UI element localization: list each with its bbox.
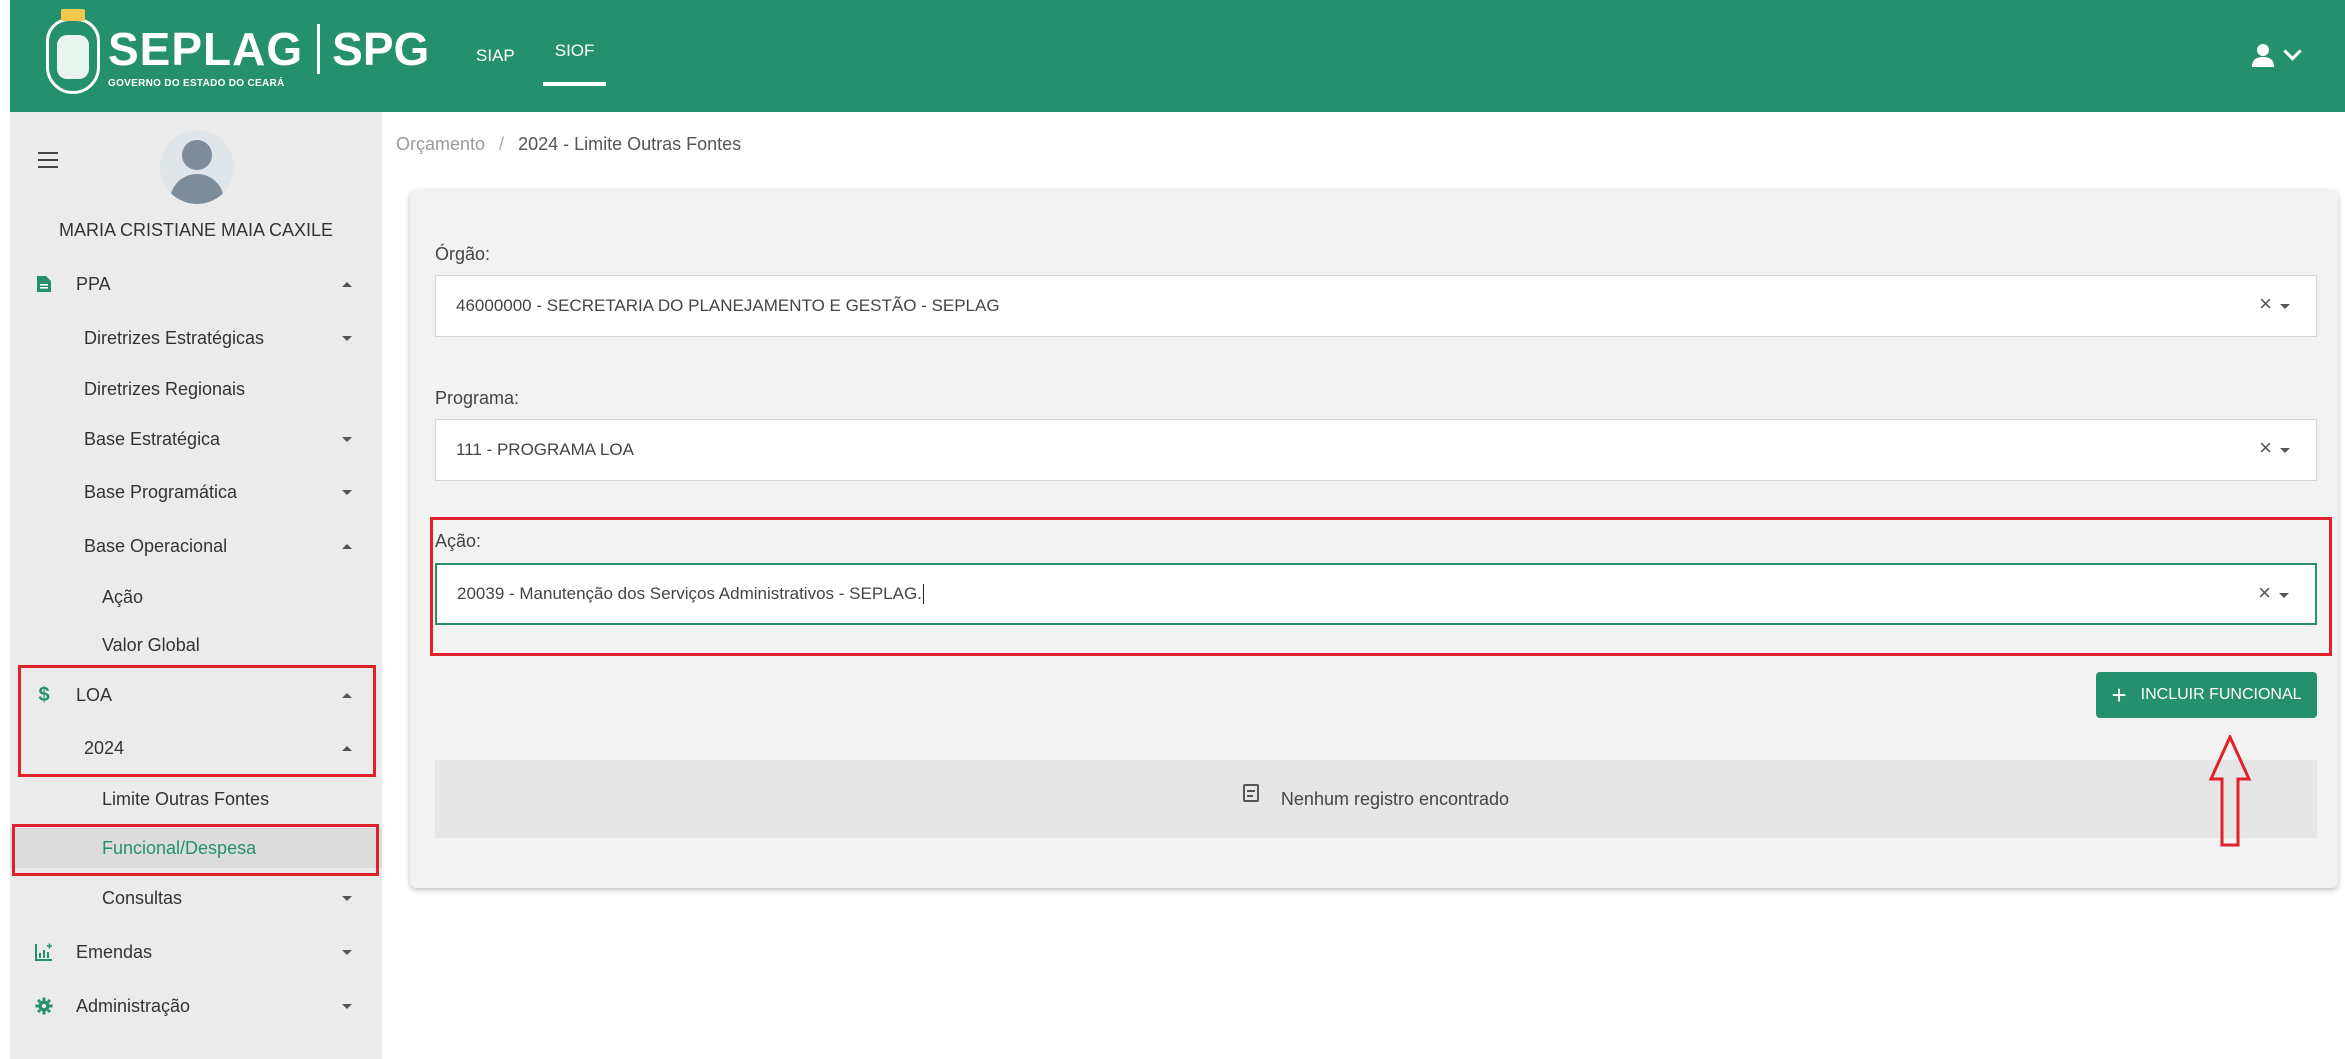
logo-system: SPG (332, 22, 430, 75)
tab-siap[interactable]: SIAP (456, 0, 535, 112)
chart-icon (34, 942, 54, 962)
dollar-icon: $ (38, 683, 50, 706)
tab-siof[interactable]: SIOF (535, 0, 615, 108)
document-icon (34, 274, 54, 294)
logo-subtitle: GOVERNO DO ESTADO DO CEARÁ (108, 77, 285, 89)
avatar (160, 130, 234, 204)
hamburger-menu-icon[interactable] (38, 152, 58, 173)
clear-icon[interactable]: × (2259, 291, 2272, 317)
sidebar-item-ppa[interactable]: PPA (10, 264, 382, 304)
user-menu[interactable] (2250, 41, 2302, 68)
sidebar-item-emendas[interactable]: Emendas (10, 932, 382, 972)
programa-value: 111 - PROGRAMA LOA (456, 440, 634, 459)
chevron-down-icon (342, 335, 352, 341)
sidebar: MARIA CRISTIANE MAIA CAXILE PPA Diretriz… (10, 112, 382, 1059)
chevron-down-icon (342, 436, 352, 442)
orgao-select[interactable]: 46000000 - SECRETARIA DO PLANEJAMENTO E … (435, 275, 2317, 337)
sidebar-item-administracao[interactable]: Administração (10, 986, 382, 1026)
calendar-icon (1242, 784, 1259, 802)
empty-results: Nenhum registro encontrado (435, 760, 2317, 838)
acao-label: Ação: (435, 531, 482, 551)
state-crest-icon (46, 9, 100, 94)
user-name: MARIA CRISTIANE MAIA CAXILE (58, 220, 334, 240)
dropdown-arrow-icon[interactable] (2279, 593, 2289, 598)
sidebar-item-acao[interactable]: Ação (10, 577, 382, 617)
sidebar-item-valor-global[interactable]: Valor Global (10, 625, 382, 665)
orgao-value: 46000000 - SECRETARIA DO PLANEJAMENTO E … (456, 296, 1000, 315)
app-header: SEPLAG SPG GOVERNO DO ESTADO DO CEARÁ SI… (10, 0, 2345, 112)
sidebar-item-consultas[interactable]: Consultas (10, 878, 382, 918)
breadcrumb-current: 2024 - Limite Outras Fontes (518, 134, 742, 154)
sidebar-item-base-operacional[interactable]: Base Operacional (10, 526, 382, 566)
clear-icon[interactable]: × (2258, 580, 2271, 606)
chevron-up-icon (342, 745, 352, 751)
chevron-down-icon (342, 489, 352, 495)
chevron-up-icon (342, 543, 352, 549)
sidebar-item-limite-outras-fontes[interactable]: Limite Outras Fontes (10, 779, 382, 819)
plus-icon: + (2111, 680, 2127, 710)
gear-icon (34, 996, 54, 1016)
chevron-up-icon (342, 281, 352, 287)
sidebar-item-base-programatica[interactable]: Base Programática (10, 472, 382, 512)
user-icon (2252, 44, 2274, 67)
chevron-down-icon (342, 895, 352, 901)
chevron-up-icon (342, 692, 352, 698)
top-nav: SIAP SIOF (456, 0, 614, 112)
sidebar-item-2024[interactable]: 2024 (10, 728, 382, 768)
sidebar-item-base-estrategica[interactable]: Base Estratégica (10, 419, 382, 459)
sidebar-item-loa[interactable]: $ LOA (10, 675, 382, 715)
acao-value: 20039 - Manutenção dos Serviços Administ… (457, 583, 922, 603)
sidebar-item-diretrizes-estrategicas[interactable]: Diretrizes Estratégicas (10, 318, 382, 358)
sidebar-item-funcional-despesa[interactable]: Funcional/Despesa (10, 828, 382, 868)
orgao-label: Órgão: (435, 244, 491, 264)
dropdown-arrow-icon[interactable] (2280, 304, 2290, 309)
programa-select[interactable]: 111 - PROGRAMA LOA × (435, 419, 2317, 481)
text-cursor (922, 584, 924, 605)
sidebar-item-diretrizes-regionais[interactable]: Diretrizes Regionais (10, 369, 382, 409)
chevron-down-icon (342, 1003, 352, 1009)
dropdown-arrow-icon[interactable] (2280, 448, 2290, 453)
logo-title: SEPLAG (108, 22, 304, 75)
acao-select[interactable]: 20039 - Manutenção dos Serviços Administ… (435, 563, 2317, 625)
clear-icon[interactable]: × (2259, 435, 2272, 461)
breadcrumb: Orçamento/2024 - Limite Outras Fontes (396, 134, 742, 154)
chevron-down-icon (2283, 41, 2302, 61)
breadcrumb-parent[interactable]: Orçamento (396, 134, 485, 154)
seplag-logo[interactable]: SEPLAG SPG GOVERNO DO ESTADO DO CEARÁ (46, 9, 430, 98)
incluir-funcional-button[interactable]: + INCLUIR FUNCIONAL (2096, 672, 2317, 718)
red-arrow-annotation (2208, 735, 2252, 847)
chevron-down-icon (342, 949, 352, 955)
programa-label: Programa: (435, 388, 520, 408)
empty-message: Nenhum registro encontrado (1280, 788, 1510, 809)
